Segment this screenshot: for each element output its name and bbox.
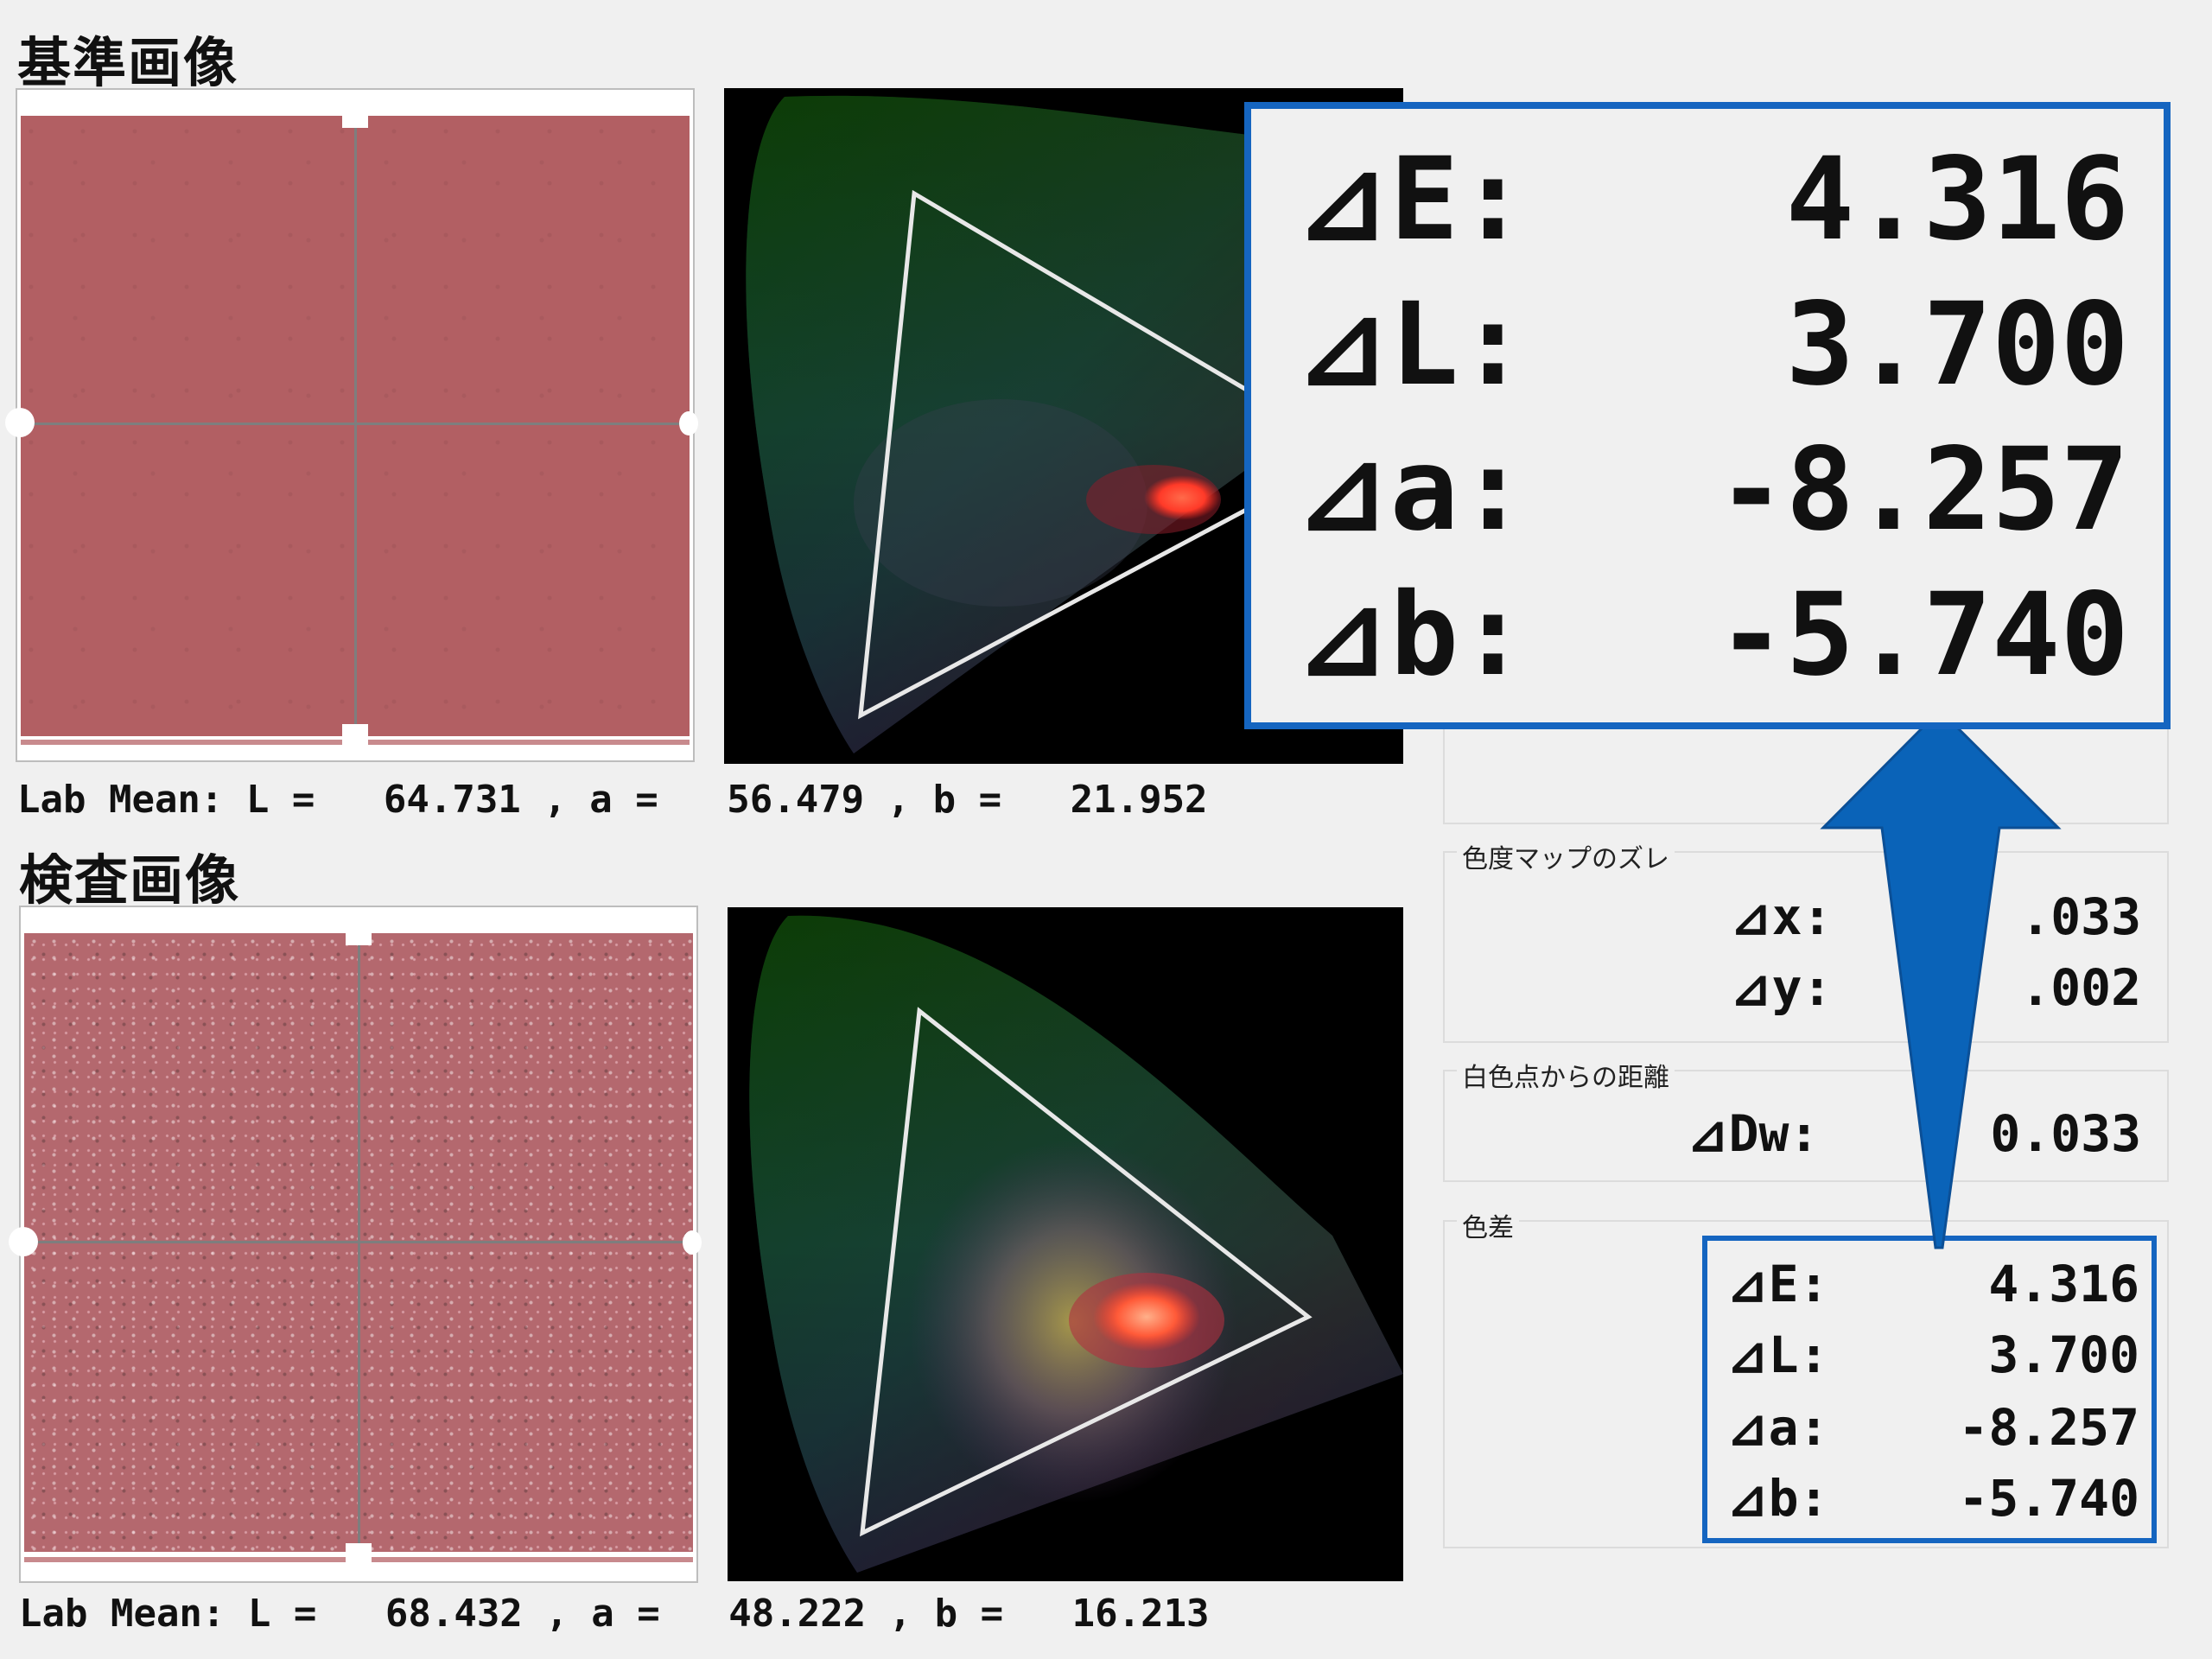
inspection-lab-mean-label: Lab Mean: [19,1592,226,1636]
zoom-dL-label: ⊿L: [1294,278,1528,411]
inspection-crosshair-horizontal [24,1241,695,1243]
zoom-dL-row: ⊿L: 3.700 [1294,278,2129,425]
reference-handle-top[interactable] [342,102,368,128]
zoom-db-row: ⊿b: -5.740 [1294,569,2129,715]
zoom-db-label: ⊿b: [1294,569,1528,702]
reference-lab-l-value: 64.731 [383,778,521,822]
white-point-distance-title: 白色点からの距離 [1457,1056,1675,1094]
color-difference-highlight-box: ⊿E: 4.316 ⊿L: 3.700 ⊿a: -8.257 ⊿b: -5.74… [1702,1236,2157,1543]
inspection-lab-a-value: 48.222 [728,1592,867,1636]
reference-title: 基準画像 [17,31,239,94]
color-difference-title: 色差 [1457,1206,1519,1244]
reference-crosshair-vertical [354,116,357,736]
reference-lab-mean-label: Lab Mean: [17,778,224,822]
reference-handle-bottom[interactable] [342,724,368,750]
reference-lab-a-label: , a = [520,778,728,822]
cd-db-value: -5.740 [1958,1469,2139,1528]
zoom-dE-label: ⊿E: [1294,133,1528,266]
zoom-dE-value: 4.316 [1785,133,2129,266]
reference-lab-b-label: , b = [864,778,1071,822]
zoom-dL-value: 3.700 [1785,278,2129,411]
inspection-handle-top[interactable] [346,919,372,945]
cd-da-value: -8.257 [1958,1398,2139,1457]
cd-dL-row: ⊿L: 3.700 [1726,1325,2139,1395]
zoom-db-value: -5.740 [1717,569,2129,702]
inspection-title: 検査画像 [19,849,241,912]
cd-dL-label: ⊿L: [1726,1325,1829,1384]
inspection-lab-a-label: , a = [522,1592,729,1636]
inspection-lab-b-value: 16.213 [1071,1592,1210,1636]
cd-da-row: ⊿a: -8.257 [1726,1398,2139,1467]
cd-db-row: ⊿b: -5.740 [1726,1469,2139,1538]
inspection-handle-bottom[interactable] [346,1543,372,1569]
cd-dE-label: ⊿E: [1726,1255,1829,1313]
inspection-lab-mean: Lab Mean: L = 68.432 , a = 48.222 , b = … [19,1592,1210,1636]
inspection-lab-l-label: L = [225,1592,385,1636]
inspection-lab-l-value: 68.432 [385,1592,523,1636]
zoom-da-value: -8.257 [1717,423,2129,556]
zoom-da-row: ⊿a: -8.257 [1294,423,2129,570]
reference-handle-right[interactable] [679,411,698,435]
inspection-chromaticity-svg [749,915,1403,1573]
reference-lab-l-label: L = [223,778,384,822]
white-dw-label: ⊿Dw: [1687,1104,1820,1163]
zoom-arrow [1820,708,2062,1249]
reference-lab-mean: Lab Mean: L = 64.731 , a = 56.479 , b = … [17,778,1208,822]
inspection-handle-left[interactable] [9,1227,38,1256]
inspection-handle-right[interactable] [683,1230,702,1255]
reference-image-panel[interactable] [5,88,698,762]
zoom-da-label: ⊿a: [1294,423,1528,556]
cd-dE-row: ⊿E: 4.316 [1726,1255,2139,1324]
cd-dL-value: 3.700 [1988,1325,2139,1384]
zoom-arrow-shape [1820,708,2062,1249]
zoom-dE-row: ⊿E: 4.316 [1294,133,2129,280]
inspection-lab-b-label: , b = [866,1592,1072,1636]
cd-da-label: ⊿a: [1726,1398,1829,1457]
reference-handle-left[interactable] [5,408,35,437]
reference-lab-b-value: 21.952 [1070,778,1208,822]
reference-lab-a-value: 56.479 [727,778,865,822]
cd-db-label: ⊿b: [1726,1469,1829,1528]
cd-dE-value: 4.316 [1988,1255,2139,1313]
inspection-image-panel[interactable] [9,906,702,1583]
chroma-map-shift-title: 色度マップのズレ [1457,837,1675,875]
inspection-chromaticity-diagram [728,907,1403,1581]
zoom-callout-box: ⊿E: 4.316 ⊿L: 3.700 ⊿a: -8.257 ⊿b: -5.74… [1244,102,2171,729]
reference-crosshair-horizontal [21,423,691,425]
